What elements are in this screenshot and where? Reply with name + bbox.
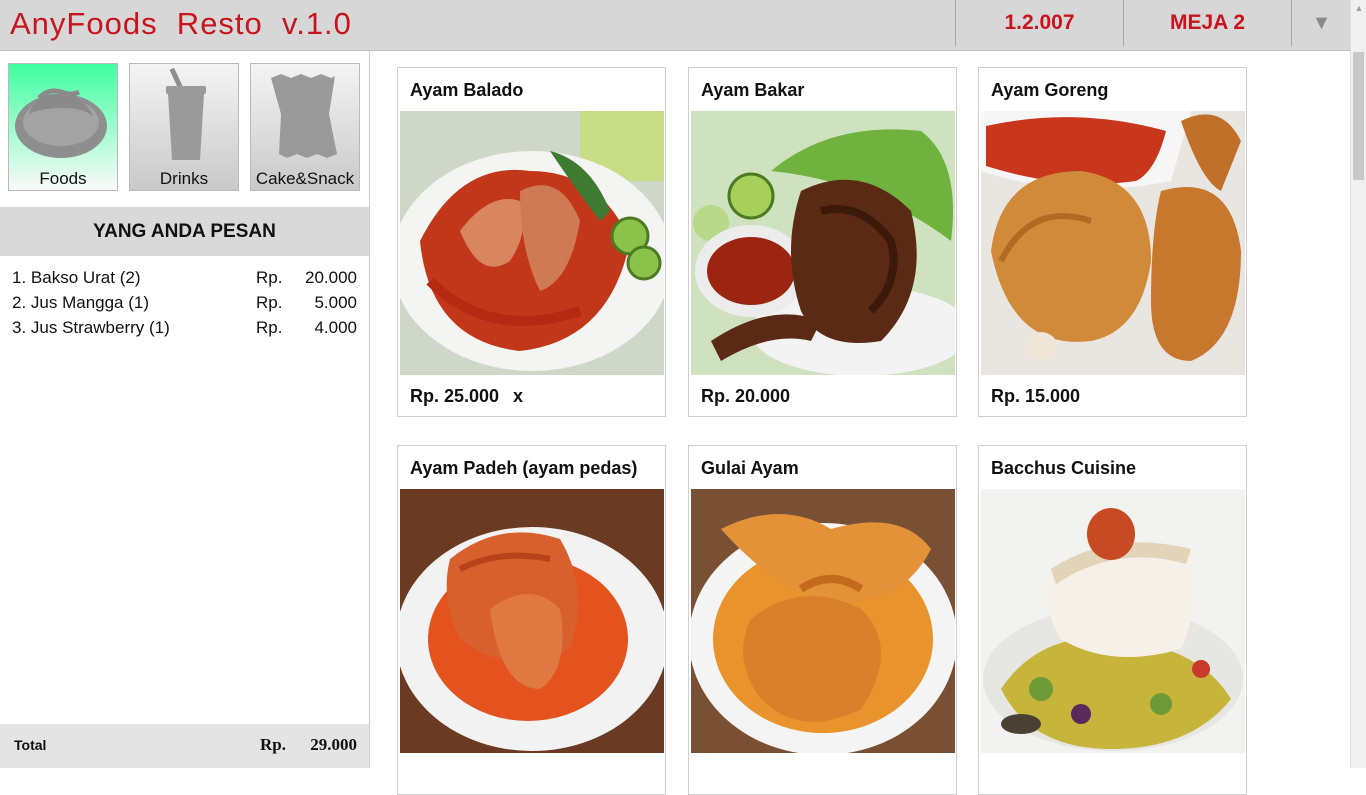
snack-bag-icon [271, 74, 337, 158]
page-scrollbar[interactable]: ▲ [1350, 0, 1366, 768]
product-card[interactable]: Ayam Balado Rp. 25.000 x [397, 67, 666, 417]
ayam-goreng-photo[interactable] [981, 111, 1245, 375]
product-name: Ayam Balado [410, 80, 524, 100]
cup-icon [166, 67, 206, 160]
product-name: Ayam Bakar [701, 80, 805, 100]
category-foods-button[interactable]: Foods [8, 63, 118, 191]
order-item[interactable]: 3. Jus Strawberry (1) Rp. 4.000 [12, 318, 357, 343]
category-label: Cake&Snack [255, 169, 355, 188]
scroll-up-arrow-icon[interactable]: ▲ [1351, 0, 1366, 16]
app-version: 1.2.007 [955, 0, 1123, 46]
ayam-padeh-photo[interactable] [400, 489, 664, 753]
triangle-down-icon: ▼ [1311, 11, 1332, 34]
product-price: Rp. 15.000 [991, 386, 1081, 406]
product-name: Ayam Goreng [991, 80, 1109, 100]
ayam-balado-photo[interactable] [400, 111, 664, 375]
order-item-amount: 20.000 [305, 268, 357, 287]
ayam-bakar-photo[interactable] [691, 111, 955, 375]
order-list: 1. Bakso Urat (2) Rp. 20.000 2. Jus Mang… [12, 268, 357, 343]
product-price: Rp. 25.000 [410, 386, 500, 406]
bacchus-cuisine-photo[interactable] [981, 489, 1245, 753]
order-item-amount: 5.000 [314, 293, 357, 312]
order-heading: YANG ANDA PESAN [0, 207, 369, 256]
scroll-thumb[interactable] [1353, 52, 1364, 180]
order-item-currency: Rp. [256, 293, 283, 312]
table-number[interactable]: MEJA 2 [1123, 0, 1291, 46]
app-header: AnyFoods Resto v.1.0 1.2.007 MEJA 2 ▼ [0, 0, 1350, 51]
order-total-bar: Total Rp. 29.000 [0, 724, 369, 768]
order-sidebar: Foods Drinks Cake&Snack YANG ANDA PESAN … [0, 51, 370, 768]
product-name: Bacchus Cuisine [991, 458, 1137, 478]
product-card[interactable]: Ayam Goreng Rp. 15.000 [978, 67, 1247, 417]
total-amount: 29.000 [310, 735, 357, 754]
order-item[interactable]: 1. Bakso Urat (2) Rp. 20.000 [12, 268, 357, 293]
product-name: Gulai Ayam [701, 458, 799, 478]
order-item-currency: Rp. [256, 318, 283, 337]
product-card[interactable]: Ayam Padeh (ayam pedas) [397, 445, 666, 795]
total-label: Total [14, 737, 47, 753]
product-card[interactable]: Ayam Bakar Rp. 20.000 [688, 67, 957, 417]
total-currency: Rp. [260, 735, 286, 754]
order-item-amount: 4.000 [314, 318, 357, 337]
order-item-name: 2. Jus Mangga (1) [12, 293, 150, 312]
category-label: Drinks [159, 169, 209, 188]
product-card[interactable]: Gulai Ayam [688, 445, 957, 795]
category-snack-button[interactable]: Cake&Snack [250, 63, 360, 191]
category-drinks-button[interactable]: Drinks [129, 63, 239, 191]
product-name: Ayam Padeh (ayam pedas) [410, 458, 638, 478]
order-item-name: 1. Bakso Urat (2) [12, 268, 141, 287]
gulai-ayam-photo[interactable] [691, 489, 955, 753]
plate-icon [15, 88, 107, 158]
category-label: Foods [39, 169, 87, 188]
product-card[interactable]: Bacchus Cuisine [978, 445, 1247, 795]
app-title: AnyFoods Resto v.1.0 [10, 6, 352, 41]
dropdown-menu-button[interactable]: ▼ [1291, 0, 1351, 46]
order-item[interactable]: 2. Jus Mangga (1) Rp. 5.000 [12, 293, 357, 318]
order-item-currency: Rp. [256, 268, 283, 287]
order-item-name: 3. Jus Strawberry (1) [12, 318, 170, 337]
remove-item-button[interactable]: x [513, 386, 523, 407]
product-price: Rp. 20.000 [701, 386, 791, 406]
